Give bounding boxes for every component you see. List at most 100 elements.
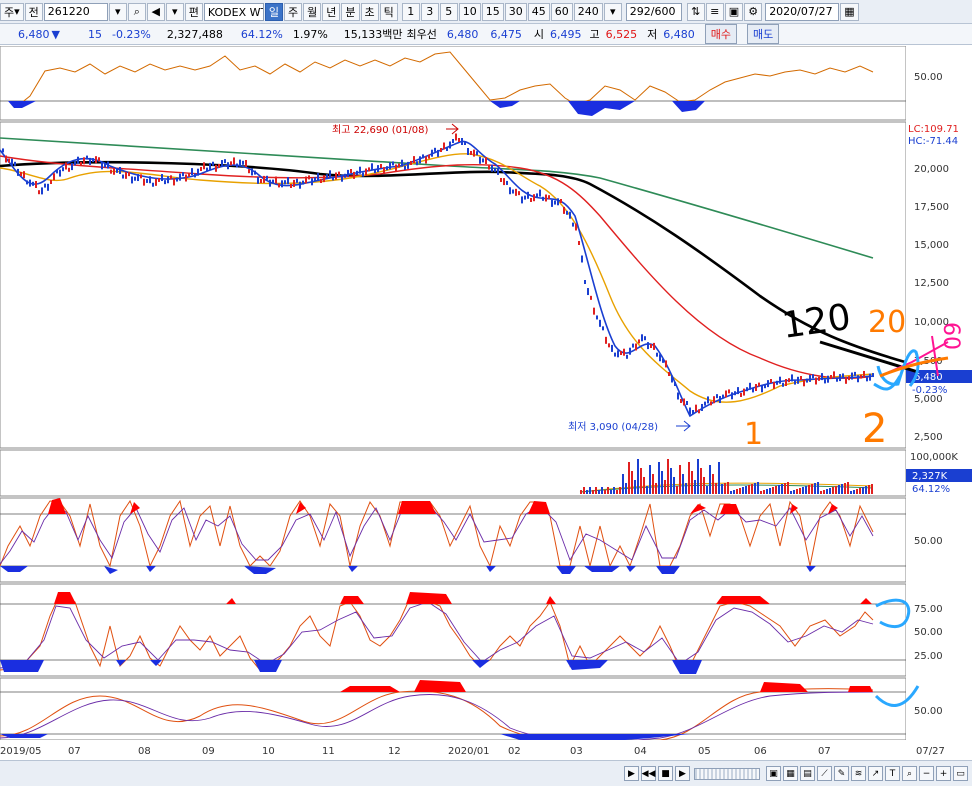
chart-grid-icon[interactable]: ▦ — [783, 766, 798, 781]
code-value: 261220 — [47, 5, 90, 18]
interval-1[interactable]: 1 — [401, 2, 420, 21]
interval-10[interactable]: 10 — [458, 2, 481, 21]
draw-tool-icon[interactable]: ✎ — [834, 766, 849, 781]
speaker-icon[interactable]: ◀ — [146, 2, 165, 21]
forward-icon[interactable]: ▶ — [675, 766, 690, 781]
search-icon[interactable]: ⌕ — [127, 2, 146, 21]
candle — [56, 169, 58, 174]
code-input[interactable]: 261220 — [43, 2, 108, 21]
candle — [533, 194, 535, 202]
x-axis-label: 05 — [698, 746, 711, 757]
save-icon[interactable]: ▣ — [724, 2, 744, 21]
volume-bar — [580, 490, 582, 494]
period-day[interactable]: 일 — [264, 2, 284, 21]
code-dropdown-button[interactable]: ▾ — [108, 2, 127, 21]
candle — [152, 182, 154, 187]
period-minute[interactable]: 분 — [341, 2, 360, 21]
volume-bar — [655, 483, 657, 494]
volume-bar — [736, 489, 738, 494]
candle — [332, 176, 334, 181]
volume-bar — [694, 480, 696, 494]
candle — [53, 173, 55, 181]
candle — [110, 169, 112, 174]
interval-3[interactable]: 3 — [420, 2, 439, 21]
x-axis-label: 2019/05 — [0, 746, 42, 757]
interval-45[interactable]: 45 — [527, 2, 550, 21]
candle — [392, 161, 394, 166]
volume-bar — [814, 483, 816, 494]
x-axis-right-label: 07/27 — [916, 746, 945, 757]
interval-240[interactable]: 240 — [573, 2, 603, 21]
candle — [671, 375, 673, 383]
volume-bar — [634, 480, 636, 494]
candle — [269, 179, 271, 187]
trend-icon[interactable]: ↗ — [868, 766, 883, 781]
candle — [59, 169, 61, 177]
gear-icon[interactable]: ⚙ — [744, 2, 763, 21]
period-second[interactable]: 초 — [360, 2, 379, 21]
period-tick[interactable]: 틱 — [379, 2, 398, 21]
candle — [812, 374, 814, 379]
text-tool-icon[interactable]: T — [885, 766, 900, 781]
volume-bar — [769, 488, 771, 494]
candle — [623, 348, 625, 356]
dropdown-icon[interactable]: ▾ — [165, 2, 184, 21]
high-value: 6,525 — [605, 27, 638, 41]
candle — [725, 390, 727, 398]
candle — [182, 172, 184, 177]
candle — [248, 169, 250, 174]
stop-icon[interactable]: ■ — [658, 766, 673, 781]
interval-15[interactable]: 15 — [481, 2, 504, 21]
count-input[interactable]: 292/600 — [625, 2, 682, 21]
candle — [266, 175, 268, 180]
date-input[interactable]: 2020/07/27 — [765, 2, 840, 21]
window-icon[interactable]: ▭ — [953, 766, 968, 781]
interval-30[interactable]: 30 — [504, 2, 527, 21]
candle — [416, 161, 418, 166]
interval-60[interactable]: 60 — [550, 2, 573, 21]
scroll-slider[interactable] — [694, 767, 760, 780]
volume-bar — [661, 471, 663, 494]
volume-bar — [697, 459, 699, 494]
buy-button[interactable]: 매수 — [704, 24, 738, 44]
volume-bar — [808, 485, 810, 494]
chart-type-icon[interactable]: ⇅ — [686, 2, 705, 21]
candle — [806, 378, 808, 383]
zoom-out-icon[interactable]: − — [919, 766, 934, 781]
interval-5[interactable]: 5 — [439, 2, 458, 21]
market-select[interactable]: 주 ▾ — [0, 2, 24, 21]
volume-bar — [865, 486, 867, 494]
rewind-icon[interactable]: ◀◀ — [641, 766, 656, 781]
interval-dropdown[interactable]: ▾ — [603, 2, 622, 21]
osc1-axis-label: 50.00 — [914, 536, 943, 547]
layout-icon[interactable]: ▤ — [800, 766, 815, 781]
zoom-in-icon[interactable]: + — [936, 766, 951, 781]
candle — [434, 147, 436, 152]
fibo-icon[interactable]: ≋ — [851, 766, 866, 781]
candle — [872, 373, 874, 378]
draw-line-icon[interactable]: ⟋ — [817, 766, 832, 781]
candle — [683, 398, 685, 406]
candle — [599, 319, 601, 327]
chart-canvas[interactable]: 최고 22,690 (01/08) 최저 3,090 (04/28) 50.00… — [0, 46, 972, 760]
magnify-icon[interactable]: ⌕ — [902, 766, 917, 781]
settings-list-icon[interactable]: ≡ — [705, 2, 724, 21]
zoom-box-icon[interactable]: ▣ — [766, 766, 781, 781]
candle — [314, 177, 316, 182]
period-year[interactable]: 년 — [322, 2, 341, 21]
period-month[interactable]: 월 — [303, 2, 322, 21]
type-select[interactable]: 전 — [24, 2, 43, 21]
volume-bar — [685, 483, 687, 494]
play-icon[interactable]: ▶ — [624, 766, 639, 781]
candle — [2, 148, 4, 153]
chart-area[interactable]: 최고 22,690 (01/08) 최저 3,090 (04/28) 50.00… — [0, 46, 972, 760]
candle — [344, 173, 346, 178]
price-pane-frame — [0, 121, 907, 449]
volume-bar — [646, 486, 648, 494]
period-week[interactable]: 주 — [284, 2, 303, 21]
sell-button[interactable]: 매도 — [747, 24, 780, 44]
prefix-button[interactable]: 편 — [184, 2, 203, 21]
calendar-icon[interactable]: ▦ — [840, 2, 859, 21]
volume-bar — [754, 483, 756, 494]
volume-bar — [625, 483, 627, 494]
